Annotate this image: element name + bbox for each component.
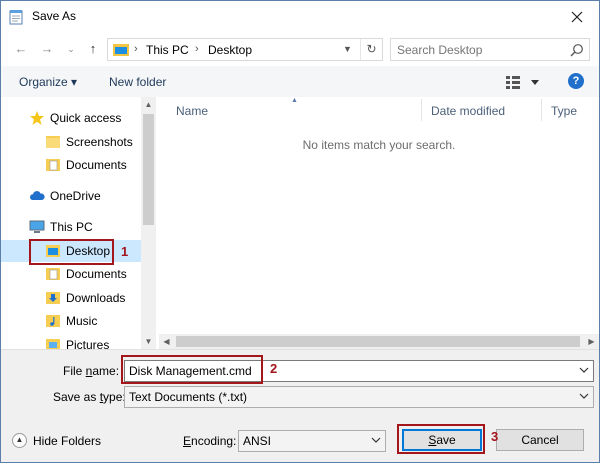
chevron-down-icon[interactable] — [579, 391, 589, 401]
navigation-scrollbar[interactable]: ▲ ▼ — [141, 97, 156, 349]
scrollbar-thumb[interactable] — [143, 114, 154, 225]
empty-folder-message: No items match your search. — [302, 138, 456, 152]
sidebar-item-label: Documents — [66, 267, 127, 281]
computer-icon — [29, 220, 45, 233]
new-folder-button[interactable]: New folder — [109, 75, 166, 89]
sidebar-item-label: Screenshots — [66, 135, 133, 149]
quick-access-star-icon — [30, 111, 44, 125]
folder-icon — [46, 136, 60, 148]
save-options-panel: File name: Disk Management.cmd Save as t… — [1, 349, 599, 462]
documents-folder-icon — [46, 159, 60, 171]
sidebar-item-label: OneDrive — [50, 189, 101, 203]
refresh-icon[interactable]: ↻ — [360, 39, 382, 60]
hide-folders-label: Hide Folders — [33, 434, 102, 448]
encoding-select[interactable]: ANSI — [238, 430, 386, 452]
view-options-icon[interactable] — [505, 74, 543, 90]
navigation-pane: Quick access Screenshots Documents OneDr… — [1, 97, 156, 349]
desktop-folder-icon — [46, 245, 60, 257]
save-as-type-label: Save as type: — [53, 390, 126, 404]
sidebar-item-desktop[interactable]: Desktop — [1, 240, 141, 262]
file-name-value: Disk Management.cmd — [129, 364, 252, 378]
downloads-folder-icon — [46, 292, 60, 304]
encoding-value: ANSI — [243, 434, 272, 448]
column-header-date-modified[interactable]: Date modified — [431, 97, 505, 123]
chevron-down-icon[interactable] — [579, 365, 589, 375]
sidebar-item-this-pc[interactable]: This PC — [1, 216, 141, 238]
sidebar-item-documents-quick[interactable]: Documents — [1, 154, 141, 176]
sidebar-item-onedrive[interactable]: OneDrive — [1, 185, 141, 207]
scroll-up-icon[interactable]: ▲ — [141, 97, 156, 112]
organize-button[interactable]: Organize ▾ — [19, 75, 77, 89]
sidebar-item-downloads[interactable]: Downloads — [1, 287, 141, 309]
save-as-type-value: Text Documents (*.txt) — [129, 390, 248, 404]
sidebar-item-label: Desktop — [66, 244, 111, 258]
onedrive-cloud-icon — [30, 191, 45, 200]
documents-folder-icon — [46, 268, 60, 280]
sidebar-item-screenshots[interactable]: Screenshots — [1, 131, 141, 153]
scroll-down-icon[interactable]: ▼ — [141, 334, 156, 349]
sidebar-item-label: Downloads — [66, 291, 126, 305]
cancel-button[interactable]: Cancel — [496, 429, 584, 451]
column-divider — [421, 99, 422, 121]
address-dropdown-icon[interactable]: ▼ — [343, 44, 352, 54]
sidebar-item-quick-access[interactable]: Quick access — [1, 107, 141, 129]
desktop-folder-icon — [113, 44, 129, 56]
search-box — [390, 38, 590, 61]
sidebar-item-label: Quick access — [50, 111, 122, 125]
scrollbar-thumb[interactable] — [176, 336, 580, 347]
sidebar-item-music[interactable]: Music — [1, 310, 141, 332]
file-list-horizontal-scrollbar[interactable]: ◀ ▶ — [159, 334, 599, 349]
sidebar-item-label: Pictures — [66, 338, 110, 349]
search-icon[interactable] — [570, 43, 584, 57]
save-as-type-select[interactable]: Text Documents (*.txt) — [124, 386, 594, 408]
column-header-name[interactable]: Name — [176, 97, 208, 123]
breadcrumb-this-pc[interactable]: This PC — [146, 43, 189, 57]
encoding-label: Encoding: — [183, 434, 237, 448]
save-button[interactable]: Save — [402, 429, 482, 451]
sidebar-item-pictures[interactable]: Pictures — [1, 334, 141, 349]
annotation-number: 2 — [270, 361, 278, 376]
sidebar-item-label: Music — [66, 314, 98, 328]
sidebar-item-documents[interactable]: Documents — [1, 263, 141, 285]
file-name-label: File name: — [63, 364, 120, 378]
sort-ascending-icon: ▲ — [291, 97, 298, 104]
column-header-type[interactable]: Type — [551, 97, 577, 123]
column-divider — [541, 99, 542, 121]
search-input[interactable] — [395, 41, 565, 58]
chevron-down-icon[interactable] — [371, 435, 381, 445]
scroll-left-icon[interactable]: ◀ — [159, 334, 174, 349]
music-folder-icon — [46, 315, 60, 327]
forward-arrow-icon[interactable]: → — [39, 41, 55, 57]
pictures-folder-icon — [46, 339, 60, 349]
command-toolbar: Organize ▾ New folder ? — [1, 66, 599, 97]
scroll-right-icon[interactable]: ▶ — [584, 334, 599, 349]
sidebar-item-label: This PC — [50, 220, 93, 234]
save-as-dialog: Save As ← → ⌄ ↑ › This PC › Desktop ▼ ↻ — [0, 0, 600, 463]
file-name-field[interactable]: Disk Management.cmd — [124, 360, 594, 382]
recent-locations-chevron-icon[interactable]: ⌄ — [63, 41, 79, 57]
address-box[interactable]: › This PC › Desktop ▼ ↻ — [107, 38, 383, 61]
breadcrumb-separator-icon: › — [195, 43, 199, 55]
address-bar-row: ← → ⌄ ↑ › This PC › Desktop ▼ ↻ — [1, 32, 599, 66]
collapse-up-icon: ▲ — [12, 433, 27, 448]
title-bar: Save As — [1, 1, 599, 32]
breadcrumb-separator-icon: › — [134, 43, 138, 55]
notepad-icon — [9, 10, 23, 25]
annotation-number: 1 — [121, 244, 129, 259]
breadcrumb-desktop[interactable]: Desktop — [208, 43, 252, 57]
help-icon[interactable]: ? — [568, 73, 584, 89]
close-icon — [571, 11, 583, 22]
back-arrow-icon[interactable]: ← — [13, 41, 29, 57]
close-button[interactable] — [555, 1, 599, 32]
sidebar-item-label: Documents — [66, 158, 127, 172]
window-title: Save As — [32, 9, 77, 23]
up-arrow-icon[interactable]: ↑ — [85, 41, 101, 57]
file-list: ▲ Name Date modified Type No items match… — [159, 97, 599, 349]
annotation-number: 3 — [491, 429, 499, 444]
